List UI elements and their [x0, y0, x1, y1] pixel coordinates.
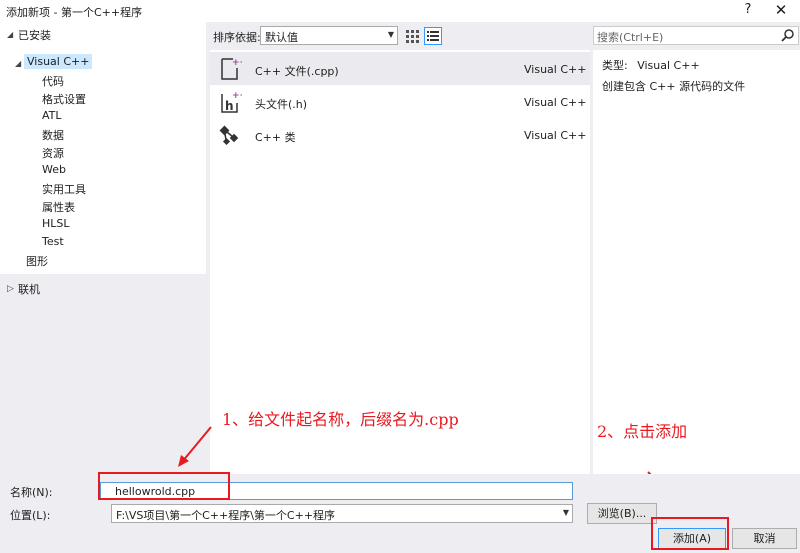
cancel-button[interactable]: 取消 [732, 528, 797, 549]
highlight-box-add [651, 517, 729, 550]
location-dropdown[interactable]: F:\VS项目\第一个C++程序\第一个C++程序 ▼ [111, 504, 573, 523]
location-label: 位置(L): [10, 509, 51, 522]
highlight-box-name [98, 472, 230, 500]
annotation-arrow-name [178, 426, 212, 467]
browse-button[interactable]: 浏览(B)... [587, 503, 657, 524]
name-label: 名称(N): [10, 486, 53, 499]
annotation-arrows [178, 426, 682, 508]
chevron-down-icon: ▼ [562, 508, 569, 517]
location-value: F:\VS项目\第一个C++程序\第一个C++程序 [116, 509, 336, 522]
